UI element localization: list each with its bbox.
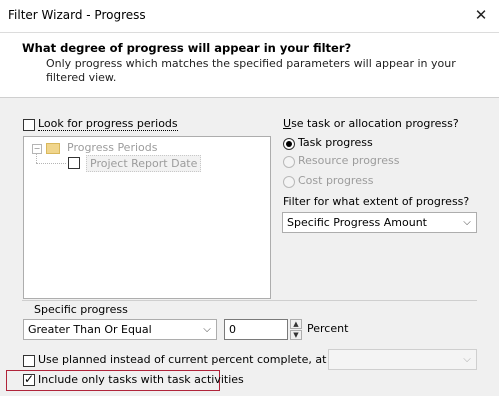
extent-label: Filter for what extent of progress?	[283, 195, 470, 208]
tree-connector	[36, 153, 37, 163]
tree-root-label: Progress Periods	[67, 141, 158, 154]
window-title: Filter Wizard - Progress	[8, 8, 146, 22]
spin-up-button[interactable]: ▲	[290, 319, 302, 329]
chevron-down-icon: ⌵	[463, 217, 471, 228]
task-activities-label[interactable]: Include only tasks with task activities	[38, 373, 244, 386]
folder-icon	[46, 143, 60, 154]
header-title: What degree of progress will appear in y…	[22, 41, 352, 55]
progress-periods-tree[interactable]: − Progress Periods Project Report Date	[23, 136, 271, 299]
progress-periods-label[interactable]: Look for progress periods	[38, 117, 178, 131]
cost-progress-label[interactable]: Cost progress	[298, 174, 373, 187]
progress-periods-checkbox[interactable]	[23, 119, 35, 131]
extent-value: Specific Progress Amount	[287, 216, 427, 229]
header-subtitle: Only progress which matches the specifie…	[46, 57, 456, 84]
section-divider	[22, 300, 477, 301]
wizard-header: What degree of progress will appear in y…	[0, 33, 499, 98]
tree-item-checkbox[interactable]	[68, 157, 80, 169]
task-activities-checkbox[interactable]	[23, 372, 35, 386]
chevron-down-icon: ⌵	[463, 354, 471, 365]
spin-down-button[interactable]: ▼	[290, 330, 302, 340]
planned-label[interactable]: Use planned instead of current percent c…	[38, 353, 362, 366]
close-icon[interactable]: ✕	[469, 3, 493, 27]
operator-value: Greater Than Or Equal	[28, 323, 152, 336]
planned-checkbox[interactable]	[23, 355, 35, 367]
progress-value-text: 0	[229, 323, 236, 336]
chevron-down-icon: ⌵	[203, 324, 211, 335]
tree-child-label[interactable]: Project Report Date	[86, 155, 202, 172]
task-progress-radio[interactable]	[283, 138, 295, 150]
resource-progress-label[interactable]: Resource progress	[298, 154, 399, 167]
planned-date-dropdown[interactable]: ⌵	[328, 349, 477, 370]
operator-dropdown[interactable]: Greater Than Or Equal ⌵	[23, 319, 217, 340]
extent-dropdown[interactable]: Specific Progress Amount ⌵	[282, 212, 477, 233]
percent-label: Percent	[307, 322, 349, 335]
progress-value-input[interactable]: 0	[224, 319, 288, 340]
task-progress-label[interactable]: Task progress	[298, 136, 373, 149]
progress-type-label: Use task or allocation progress?	[283, 117, 459, 130]
specific-progress-label: Specific progress	[34, 303, 128, 316]
resource-progress-radio[interactable]	[283, 156, 295, 168]
title-bar: Filter Wizard - Progress ✕	[0, 0, 499, 33]
cost-progress-radio[interactable]	[283, 176, 295, 188]
collapse-icon[interactable]: −	[32, 144, 42, 154]
tree-connector-h	[36, 163, 66, 164]
